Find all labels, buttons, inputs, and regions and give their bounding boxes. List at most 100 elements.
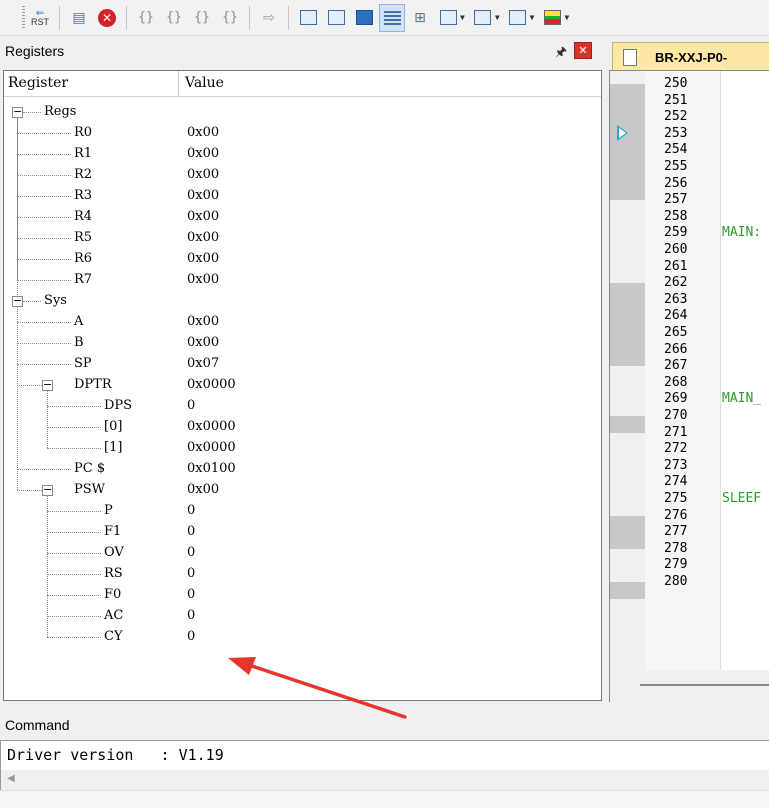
registers-window-button[interactable]	[379, 3, 405, 32]
register-value: 0x00	[187, 146, 220, 161]
step-out-button[interactable]: {}	[189, 4, 215, 32]
scroll-left-icon[interactable]: ◀	[7, 773, 15, 784]
close-panel-button[interactable]: ✕	[574, 42, 592, 59]
code-label[interactable]: MAIN_	[722, 391, 761, 407]
run-to-cursor-button[interactable]: {}	[217, 4, 243, 32]
tree-connector	[17, 342, 71, 344]
register-value: 0x0000	[187, 440, 236, 455]
tree-connector	[23, 111, 41, 113]
register-row[interactable]: DPTR 0x0000 −	[4, 374, 601, 395]
gutter-mark	[610, 515, 645, 549]
pin-icon[interactable]: 🖈	[555, 43, 567, 65]
command-output-text: Driver version : V1.19	[7, 746, 224, 764]
register-row[interactable]: F0 0	[4, 584, 601, 605]
line-number: 261	[664, 258, 688, 274]
register-row[interactable]: PC $ 0x0100	[4, 458, 601, 479]
editor-gutter[interactable]	[610, 71, 645, 671]
tree-connector	[47, 405, 101, 407]
register-row[interactable]: AC 0	[4, 605, 601, 626]
register-row[interactable]: R2 0x00	[4, 164, 601, 185]
register-row[interactable]: DPS 0	[4, 395, 601, 416]
code-label[interactable]: MAIN:	[722, 225, 761, 241]
register-row[interactable]: RS 0	[4, 563, 601, 584]
register-row[interactable]: R3 0x00	[4, 185, 601, 206]
analysis-window-button[interactable]	[539, 4, 565, 32]
step-out-icon: {}	[194, 10, 210, 25]
collapse-toggle-icon[interactable]: −	[42, 379, 53, 391]
command-window-button[interactable]	[295, 4, 321, 32]
register-row[interactable]: F1 0	[4, 521, 601, 542]
tree-connector	[17, 153, 71, 155]
line-number: 274	[664, 474, 688, 490]
watch-window-button[interactable]	[435, 4, 461, 32]
collapse-toggle-icon[interactable]: −	[42, 484, 53, 496]
tree-connector	[17, 195, 71, 197]
column-header-value[interactable]: Value	[185, 75, 224, 91]
collapse-toggle-icon[interactable]: −	[12, 295, 23, 307]
call-stack-window-button[interactable]: ⊞	[407, 4, 433, 32]
register-row[interactable]: [1] 0x0000	[4, 437, 601, 458]
tree-connector	[17, 363, 71, 365]
register-name: P	[104, 503, 113, 518]
reset-button[interactable]: ⇐ RST	[27, 4, 53, 32]
register-value: 0x00	[187, 251, 220, 266]
column-header-register[interactable]: Register	[8, 75, 68, 91]
stop-button[interactable]: ✕	[94, 4, 120, 32]
run-button[interactable]: ▤	[66, 4, 92, 32]
editor-horizontal-scrollbar[interactable]	[610, 670, 769, 702]
memory-window-button[interactable]	[470, 4, 496, 32]
step-over-icon: {}	[166, 10, 182, 25]
toolbar-separator	[59, 5, 60, 30]
register-row[interactable]: Sys −	[4, 290, 601, 311]
register-row[interactable]: R6 0x00	[4, 248, 601, 269]
register-row[interactable]: B 0x00	[4, 332, 601, 353]
tree-connector	[47, 636, 101, 638]
line-number: 253	[664, 125, 688, 141]
disassembly-window-button[interactable]	[323, 4, 349, 32]
register-row[interactable]: OV 0	[4, 542, 601, 563]
command-horizontal-scrollbar[interactable]: ◀	[0, 770, 769, 790]
line-number: 267	[664, 358, 688, 374]
tree-connector	[17, 279, 71, 281]
source-editor[interactable]: 250 251 252 253 254 255 256 257 258 259 260 261 262 2…	[609, 70, 769, 702]
register-row[interactable]: R1 0x00	[4, 143, 601, 164]
column-divider[interactable]	[178, 71, 179, 96]
registers-window-icon	[383, 10, 401, 25]
register-name: R5	[74, 230, 93, 245]
register-row[interactable]: CY 0	[4, 626, 601, 647]
command-input-strip[interactable]	[0, 790, 769, 808]
step-over-button[interactable]: {}	[161, 4, 187, 32]
memory-window-icon	[474, 10, 492, 25]
toolbar-grip[interactable]	[22, 6, 25, 30]
step-into-button[interactable]: {}	[133, 4, 159, 32]
editor-tab[interactable]: BR-XXJ-P0-	[612, 42, 769, 72]
tree-connector	[47, 531, 101, 533]
line-number: 255	[664, 159, 688, 174]
register-value: 0	[187, 503, 196, 518]
show-next-statement-button[interactable]: ⇨	[256, 4, 282, 32]
command-output[interactable]: Driver version : V1.19	[0, 740, 769, 770]
register-row[interactable]: [0] 0x0000	[4, 416, 601, 437]
symbols-window-button[interactable]	[351, 4, 377, 32]
register-name: DPS	[104, 398, 133, 413]
scrollbar-thumb[interactable]	[640, 684, 769, 686]
tree-branch-line	[47, 495, 48, 637]
registers-tree-view[interactable]: Register Value Regs − R0 0x00 R1 0x00 R2 0x00 R3…	[3, 70, 602, 701]
register-row[interactable]: R0 0x00	[4, 122, 601, 143]
register-row[interactable]: R5 0x00	[4, 227, 601, 248]
tree-connector	[47, 615, 101, 617]
line-number: 260	[664, 242, 688, 257]
register-row[interactable]: PSW 0x00 −	[4, 479, 601, 500]
toolbar-separator	[249, 5, 250, 30]
gutter-mark	[610, 416, 645, 433]
register-row[interactable]: Regs −	[4, 101, 601, 122]
register-row[interactable]: SP 0x07	[4, 353, 601, 374]
code-label[interactable]: SLEEF	[722, 491, 761, 507]
register-row[interactable]: R4 0x00	[4, 206, 601, 227]
collapse-toggle-icon[interactable]: −	[12, 106, 23, 118]
line-number: 265	[664, 325, 688, 340]
register-row[interactable]: P0	[4, 500, 601, 521]
register-row[interactable]: A 0x00	[4, 311, 601, 332]
serial-window-button[interactable]	[505, 4, 531, 32]
register-row[interactable]: R7 0x00	[4, 269, 601, 290]
